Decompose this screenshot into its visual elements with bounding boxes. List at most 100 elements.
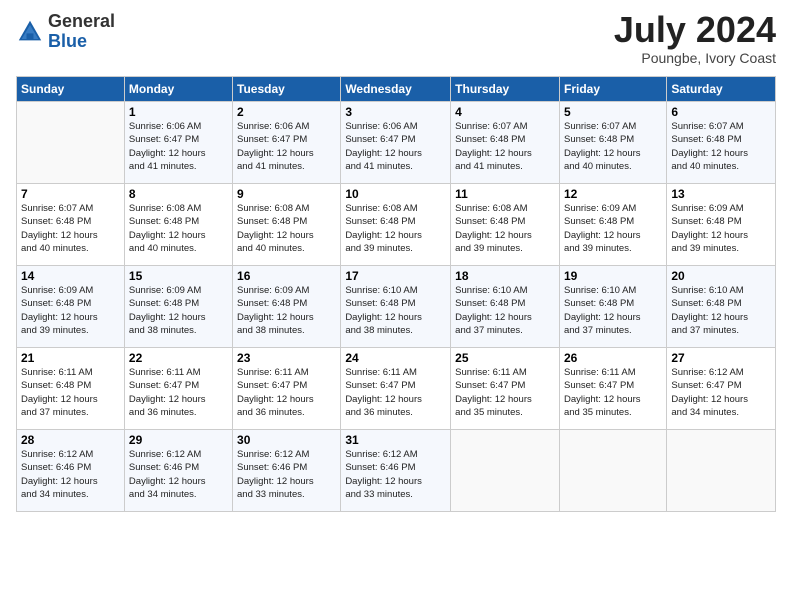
day-cell bbox=[17, 102, 125, 184]
day-number: 4 bbox=[455, 105, 555, 119]
day-cell: 22Sunrise: 6:11 AM Sunset: 6:47 PM Dayli… bbox=[124, 348, 232, 430]
day-number: 27 bbox=[671, 351, 771, 365]
day-info: Sunrise: 6:09 AM Sunset: 6:48 PM Dayligh… bbox=[237, 284, 336, 337]
day-number: 23 bbox=[237, 351, 336, 365]
day-number: 24 bbox=[345, 351, 446, 365]
day-info: Sunrise: 6:08 AM Sunset: 6:48 PM Dayligh… bbox=[345, 202, 446, 255]
day-number: 13 bbox=[671, 187, 771, 201]
day-cell: 14Sunrise: 6:09 AM Sunset: 6:48 PM Dayli… bbox=[17, 266, 125, 348]
day-info: Sunrise: 6:11 AM Sunset: 6:47 PM Dayligh… bbox=[129, 366, 228, 419]
week-row-3: 14 Sunrise: 6:09 AM Sunset: 6:48 PM Dayli… bbox=[17, 266, 776, 348]
day-number: 6 bbox=[671, 105, 771, 119]
day-cell: 30Sunrise: 6:12 AM Sunset: 6:46 PM Dayli… bbox=[233, 430, 341, 512]
day-info: Sunrise: 6:07 AM Sunset: 6:48 PM Dayligh… bbox=[564, 120, 662, 173]
day-cell: 9Sunrise: 6:08 AM Sunset: 6:48 PM Daylig… bbox=[233, 184, 341, 266]
day-info: Sunrise: 6:11 AM Sunset: 6:47 PM Dayligh… bbox=[237, 366, 336, 419]
title-block: July 2024 Poungbe, Ivory Coast bbox=[614, 12, 776, 66]
day-number: 3 bbox=[345, 105, 446, 119]
day-number: 12 bbox=[564, 187, 662, 201]
day-cell: 25Sunrise: 6:11 AM Sunset: 6:47 PM Dayli… bbox=[451, 348, 560, 430]
day-cell: 23Sunrise: 6:11 AM Sunset: 6:47 PM Dayli… bbox=[233, 348, 341, 430]
day-cell: 4Sunrise: 6:07 AM Sunset: 6:48 PM Daylig… bbox=[451, 102, 560, 184]
day-number: 14 bbox=[21, 269, 120, 283]
day-number: 17 bbox=[345, 269, 446, 283]
day-cell bbox=[559, 430, 666, 512]
day-number: 15 bbox=[129, 269, 228, 283]
day-cell: 1Sunrise: 6:06 AM Sunset: 6:47 PM Daylig… bbox=[124, 102, 232, 184]
day-info: Sunrise: 6:07 AM Sunset: 6:48 PM Dayligh… bbox=[455, 120, 555, 173]
day-info: Sunrise: 6:07 AM Sunset: 6:48 PM Dayligh… bbox=[671, 120, 771, 173]
logo: General Blue bbox=[16, 12, 115, 52]
day-cell: 28Sunrise: 6:12 AM Sunset: 6:46 PM Dayli… bbox=[17, 430, 125, 512]
month-title: July 2024 bbox=[614, 12, 776, 48]
location: Poungbe, Ivory Coast bbox=[614, 50, 776, 66]
day-info: Sunrise: 6:09 AM Sunset: 6:48 PM Dayligh… bbox=[671, 202, 771, 255]
day-number: 31 bbox=[345, 433, 446, 447]
day-info: Sunrise: 6:11 AM Sunset: 6:47 PM Dayligh… bbox=[564, 366, 662, 419]
col-header-thursday: Thursday bbox=[451, 77, 560, 102]
logo-general: General bbox=[48, 12, 115, 32]
day-cell: 5Sunrise: 6:07 AM Sunset: 6:48 PM Daylig… bbox=[559, 102, 666, 184]
day-number: 25 bbox=[455, 351, 555, 365]
day-cell: 2Sunrise: 6:06 AM Sunset: 6:47 PM Daylig… bbox=[233, 102, 341, 184]
week-row-2: 7Sunrise: 6:07 AM Sunset: 6:48 PM Daylig… bbox=[17, 184, 776, 266]
day-cell: 29Sunrise: 6:12 AM Sunset: 6:46 PM Dayli… bbox=[124, 430, 232, 512]
day-info: Sunrise: 6:11 AM Sunset: 6:47 PM Dayligh… bbox=[345, 366, 446, 419]
day-cell: 17Sunrise: 6:10 AM Sunset: 6:48 PM Dayli… bbox=[341, 266, 451, 348]
day-cell: 12Sunrise: 6:09 AM Sunset: 6:48 PM Dayli… bbox=[559, 184, 666, 266]
day-number: 5 bbox=[564, 105, 662, 119]
day-info: Sunrise: 6:12 AM Sunset: 6:46 PM Dayligh… bbox=[21, 448, 120, 501]
day-cell: 8Sunrise: 6:08 AM Sunset: 6:48 PM Daylig… bbox=[124, 184, 232, 266]
day-info: Sunrise: 6:06 AM Sunset: 6:47 PM Dayligh… bbox=[129, 120, 228, 173]
day-number: 21 bbox=[21, 351, 120, 365]
day-cell: 31Sunrise: 6:12 AM Sunset: 6:46 PM Dayli… bbox=[341, 430, 451, 512]
calendar-table: SundayMondayTuesdayWednesdayThursdayFrid… bbox=[16, 76, 776, 512]
day-number: 20 bbox=[671, 269, 771, 283]
day-info: Sunrise: 6:10 AM Sunset: 6:48 PM Dayligh… bbox=[564, 284, 662, 337]
col-header-friday: Friday bbox=[559, 77, 666, 102]
day-number: 10 bbox=[345, 187, 446, 201]
day-number: 26 bbox=[564, 351, 662, 365]
day-info: Sunrise: 6:12 AM Sunset: 6:46 PM Dayligh… bbox=[129, 448, 228, 501]
day-info: Sunrise: 6:07 AM Sunset: 6:48 PM Dayligh… bbox=[21, 202, 120, 255]
day-cell: 16Sunrise: 6:09 AM Sunset: 6:48 PM Dayli… bbox=[233, 266, 341, 348]
day-info: Sunrise: 6:08 AM Sunset: 6:48 PM Dayligh… bbox=[129, 202, 228, 255]
day-number: 8 bbox=[129, 187, 228, 201]
day-info: Sunrise: 6:08 AM Sunset: 6:48 PM Dayligh… bbox=[455, 202, 555, 255]
week-row-5: 28Sunrise: 6:12 AM Sunset: 6:46 PM Dayli… bbox=[17, 430, 776, 512]
day-info: Sunrise: 6:12 AM Sunset: 6:46 PM Dayligh… bbox=[237, 448, 336, 501]
col-header-saturday: Saturday bbox=[667, 77, 776, 102]
day-info: Sunrise: 6:10 AM Sunset: 6:48 PM Dayligh… bbox=[671, 284, 771, 337]
day-info: Sunrise: 6:09 AM Sunset: 6:48 PM Dayligh… bbox=[564, 202, 662, 255]
logo-icon bbox=[16, 18, 44, 46]
header: General Blue July 2024 Poungbe, Ivory Co… bbox=[16, 12, 776, 66]
week-row-1: 1Sunrise: 6:06 AM Sunset: 6:47 PM Daylig… bbox=[17, 102, 776, 184]
day-number: 11 bbox=[455, 187, 555, 201]
day-number: 19 bbox=[564, 269, 662, 283]
day-info: Sunrise: 6:12 AM Sunset: 6:47 PM Dayligh… bbox=[671, 366, 771, 419]
day-cell: 26Sunrise: 6:11 AM Sunset: 6:47 PM Dayli… bbox=[559, 348, 666, 430]
day-cell: 7Sunrise: 6:07 AM Sunset: 6:48 PM Daylig… bbox=[17, 184, 125, 266]
day-number: 28 bbox=[21, 433, 120, 447]
col-header-monday: Monday bbox=[124, 77, 232, 102]
header-row: SundayMondayTuesdayWednesdayThursdayFrid… bbox=[17, 77, 776, 102]
day-info: Sunrise: 6:08 AM Sunset: 6:48 PM Dayligh… bbox=[237, 202, 336, 255]
day-number: 22 bbox=[129, 351, 228, 365]
day-cell: 11Sunrise: 6:08 AM Sunset: 6:48 PM Dayli… bbox=[451, 184, 560, 266]
day-cell: 6Sunrise: 6:07 AM Sunset: 6:48 PM Daylig… bbox=[667, 102, 776, 184]
logo-text: General Blue bbox=[48, 12, 115, 52]
day-cell: 13Sunrise: 6:09 AM Sunset: 6:48 PM Dayli… bbox=[667, 184, 776, 266]
day-info: Sunrise: 6:11 AM Sunset: 6:48 PM Dayligh… bbox=[21, 366, 120, 419]
day-info: Sunrise: 6:10 AM Sunset: 6:48 PM Dayligh… bbox=[455, 284, 555, 337]
day-info: Sunrise: 6:06 AM Sunset: 6:47 PM Dayligh… bbox=[345, 120, 446, 173]
logo-blue: Blue bbox=[48, 32, 115, 52]
day-number: 9 bbox=[237, 187, 336, 201]
week-row-4: 21Sunrise: 6:11 AM Sunset: 6:48 PM Dayli… bbox=[17, 348, 776, 430]
day-number: 29 bbox=[129, 433, 228, 447]
day-number: 7 bbox=[21, 187, 120, 201]
day-cell bbox=[451, 430, 560, 512]
day-cell: 24Sunrise: 6:11 AM Sunset: 6:47 PM Dayli… bbox=[341, 348, 451, 430]
day-number: 1 bbox=[129, 105, 228, 119]
day-info: Sunrise: 6:11 AM Sunset: 6:47 PM Dayligh… bbox=[455, 366, 555, 419]
day-cell: 20Sunrise: 6:10 AM Sunset: 6:48 PM Dayli… bbox=[667, 266, 776, 348]
